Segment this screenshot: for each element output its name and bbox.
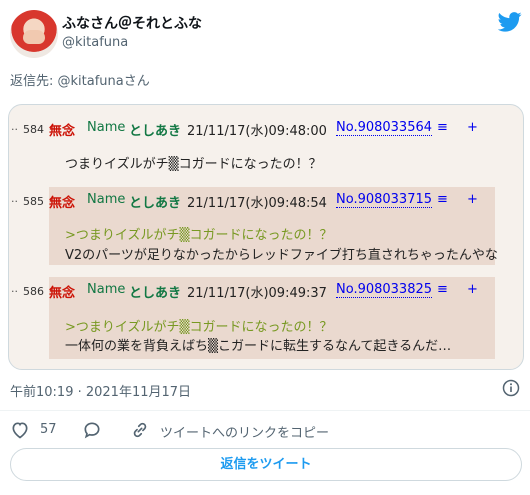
post-menu-icon: ≡ [437, 282, 448, 297]
post-dots: ·· [11, 123, 18, 136]
action-bar: 57 ツイートへのリンクをコピー [0, 414, 530, 444]
reply-to-suffix: さん [123, 74, 150, 89]
post-quote-line: >つまりイズルがチ▒コガードになったの！？ [65, 320, 333, 335]
divider [0, 410, 530, 411]
tweet-timestamp[interactable]: 午前10:19 · 2021年11月17日 [10, 381, 191, 400]
post-poster: としあき [129, 286, 182, 301]
attached-image[interactable]: ·· 584 無念 Name としあき 21/11/17(水)09:48:00 … [8, 104, 524, 370]
post-number: 585 [23, 195, 44, 208]
link-icon[interactable] [130, 420, 150, 440]
post-datetime: 21/11/17(水)09:48:54 [187, 196, 327, 211]
post-line: 一体何の業を背負えばち▒こガードに転生するなんて起きるんだ… [65, 339, 452, 354]
post-no-link: No.908033825 [336, 282, 433, 298]
display-name[interactable]: ふなさん＠それとふな [62, 13, 202, 33]
heart-icon[interactable] [10, 420, 30, 440]
post-name-label: Name [87, 282, 126, 297]
post-number: 584 [23, 123, 44, 136]
post-menu-icon: ≡ [437, 192, 448, 207]
user-handle[interactable]: @kitafuna [62, 35, 128, 50]
post-plus-icon: + [467, 282, 478, 297]
post-dots: ·· [11, 285, 18, 298]
post-dots: ·· [11, 195, 18, 208]
post-name-label: Name [87, 120, 126, 135]
reply-to-prefix: 返信先: [10, 74, 58, 89]
reply-bubble-icon[interactable] [82, 420, 102, 440]
post-subject: 無念 [49, 286, 76, 301]
post-plus-icon: + [467, 120, 478, 135]
post-poster: としあき [129, 124, 182, 139]
avatar[interactable] [10, 10, 58, 58]
post-plus-icon: + [467, 192, 478, 207]
post-line: つまりイズルがチ▒コガードになったの！？ [65, 157, 322, 172]
reply-tweet-button[interactable]: 返信をツイート [10, 448, 522, 481]
info-icon[interactable] [502, 379, 520, 397]
reply-to-mention[interactable]: @kitafuna [58, 74, 124, 89]
post-number: 586 [23, 285, 44, 298]
post-quote-line: >つまりイズルがチ▒コガードになったの！？ [65, 228, 333, 243]
post-subject: 無念 [49, 196, 76, 211]
post-name-label: Name [87, 192, 126, 207]
post-line: V2のパーツが足りなかったからレッドファイブ打ち直されちゃったんやな [65, 248, 498, 263]
like-count[interactable]: 57 [40, 422, 57, 437]
post-no-link: No.908033564 [336, 120, 433, 136]
post-subject: 無念 [49, 124, 76, 139]
twitter-bird-icon[interactable] [498, 12, 522, 32]
post-poster: としあき [129, 196, 182, 211]
reply-to-line: 返信先: @kitafunaさん [10, 70, 150, 89]
copy-link-button[interactable]: ツイートへのリンクをコピー [160, 422, 329, 441]
post-no-link: No.908033715 [336, 192, 433, 208]
post-menu-icon: ≡ [437, 120, 448, 135]
post-datetime: 21/11/17(水)09:48:00 [187, 124, 327, 139]
post-datetime: 21/11/17(水)09:49:37 [187, 286, 327, 301]
